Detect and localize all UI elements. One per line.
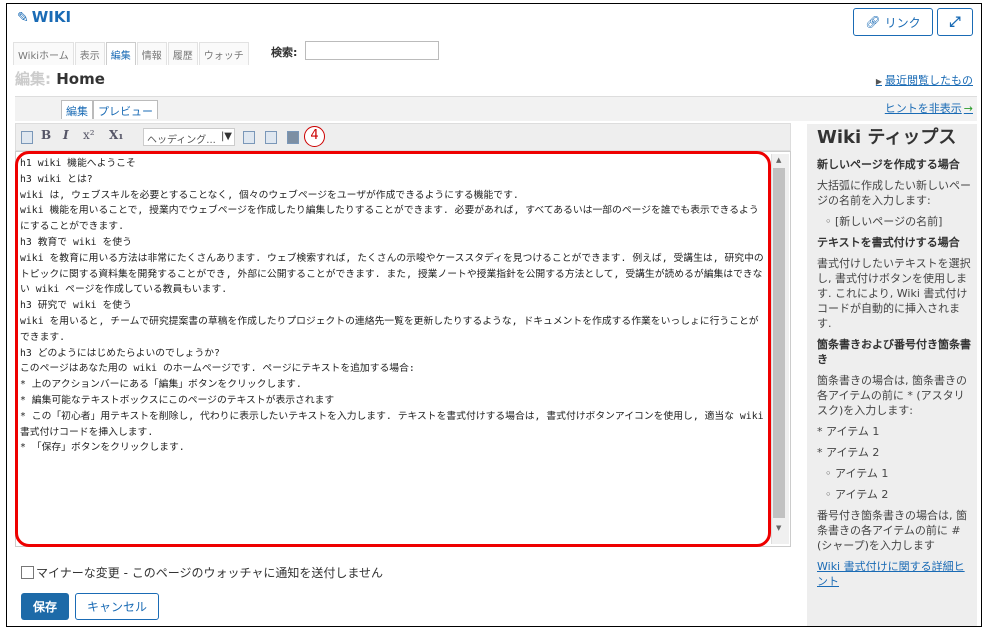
editor-line: このページはあなた用の wiki のホームページです. ページにテキストを追加す… (20, 363, 415, 375)
hide-hints-link[interactable]: ヒントを非表示 → (885, 100, 973, 116)
editor-line: wiki 機能を用いることで, 授業内でウェブページを作成したり編集したりするこ… (20, 205, 759, 233)
editor-line: h3 教育で wiki を使う (20, 236, 132, 248)
image-icon[interactable] (265, 131, 277, 144)
list-icon[interactable] (243, 131, 255, 144)
editor-line: * この「初心者」用テキストを削除し, 代わりに表示したいテキストを入力します.… (20, 410, 764, 438)
editor-line: h3 研究で wiki を使う (20, 300, 132, 312)
heading-select[interactable]: ヘッディング... |▼ (143, 128, 235, 146)
tips-subitem: ◦ アイテム 2 (825, 488, 889, 501)
tab-history[interactable]: 履歴 (167, 42, 198, 65)
minor-change-checkbox[interactable] (21, 566, 34, 579)
cancel-button[interactable]: キャンセル (75, 593, 159, 620)
tips-item: ◦ [新しいページの名前] (825, 215, 943, 228)
edit-icon: ✎ (17, 10, 29, 26)
triangle-right-icon: ▶ (875, 77, 882, 86)
scroll-down-icon[interactable]: ▼ (776, 524, 781, 532)
editor-line: wiki を用いると, チームで研究提案書の草稿を作成したりプロジェクトの連絡先… (20, 315, 759, 343)
tips-title: Wiki ティップス (817, 127, 957, 148)
tips-heading: テキストを書式付けする場合 (817, 236, 960, 249)
tab-edit-mode[interactable]: 編集 (61, 100, 93, 119)
tab-watch[interactable]: ウォッチ (198, 42, 249, 65)
save-button[interactable]: 保存 (21, 593, 69, 620)
wiki-tabs: Wikiホーム 表示 編集 情報 履歴 ウォッチ (13, 42, 250, 65)
caret-down-icon: |▼ (220, 131, 232, 142)
tab-wiki-home[interactable]: Wikiホーム (13, 42, 74, 65)
editor-toolbar (15, 123, 791, 151)
arrow-right-icon: → (963, 102, 973, 115)
page-title: 編集: Home (15, 70, 105, 88)
tips-heading: 箇条書きおよび番号付き箇条書き (817, 338, 971, 366)
tab-edit[interactable]: 編集 (105, 42, 136, 65)
tips-subitem: ◦ アイテム 1 (825, 467, 889, 480)
tips-text: 箇条書きの場合は, 箇条書きの各アイテムの前に * (アスタリスク)を入力します… (817, 374, 967, 417)
minor-change-option[interactable]: マイナーな変更 - このページのウォッチャに通知を送付しません (21, 564, 383, 581)
editor-tab-bar (15, 96, 977, 121)
scroll-up-icon[interactable]: ▲ (776, 156, 781, 164)
editor-line: * 編集可能なテキストボックスにこのページのテキストが表示されます (20, 394, 335, 406)
tab-info[interactable]: 情報 (136, 42, 167, 65)
step-marker-4: 4 (304, 126, 325, 147)
link-button[interactable]: 🔗︎ リンク (853, 8, 933, 36)
search-input[interactable] (305, 41, 439, 60)
expand-icon[interactable]: ⤢ (937, 8, 973, 36)
editor-line: * 上のアクションバーにある「編集」ボタンをクリックします. (20, 379, 302, 391)
tips-item: * アイテム 2 (817, 446, 880, 459)
editor-line: wiki を教育に用いる方法は非常にたくさんあります. ウェブ検索すれば, たく… (20, 252, 764, 296)
search-label: 検索: (271, 46, 298, 59)
tips-item: * アイテム 1 (817, 425, 880, 438)
copy-icon[interactable] (21, 131, 33, 144)
editor-line: h3 wiki とは? (20, 173, 93, 185)
tips-text: 大括弧に作成したい新しいページの名前を入力します: (817, 179, 971, 207)
tab-preview[interactable]: プレビュー (93, 100, 158, 119)
tips-heading: 新しいページを作成する場合 (817, 158, 960, 171)
tool-title: ✎ WIKI (17, 8, 72, 26)
table-icon[interactable] (287, 131, 299, 144)
tips-text: 書式付けしたいテキストを選択し, 書式付けボタンを使用します. これにより, W… (817, 257, 971, 330)
italic-button[interactable]: I (63, 128, 69, 142)
tips-text: 番号付き箇条書きの場合は, 箇条書きの各アイテムの前に #(シャープ)を入力しま… (817, 509, 967, 552)
editor-content[interactable]: h1 wiki 機能へようこそ h3 wiki とは? wiki は, ウェブス… (20, 156, 765, 542)
superscript-button[interactable]: x² (83, 128, 95, 142)
subscript-button[interactable]: X₁ (109, 128, 124, 142)
bold-button[interactable]: B (41, 128, 51, 142)
editor-line: * 「保存」ボタンをクリックします. (20, 442, 185, 454)
scrollbar-thumb[interactable] (773, 168, 785, 518)
tips-content: Wiki ティップス 新しいページを作成する場合 大括弧に作成したい新しいページ… (817, 127, 973, 595)
link-icon: 🔗︎ (865, 15, 881, 29)
recently-viewed-link[interactable]: ▶ 最近閲覧したもの (876, 72, 973, 88)
editor-line: h3 どのようにはじめたらよいのでしょうか? (20, 347, 220, 359)
editor-line: wiki は, ウェブスキルを必要とすることなく, 個々のウェブページをユーザが… (20, 189, 519, 201)
formatting-help-link[interactable]: Wiki 書式付けに関する詳細ヒント (817, 560, 965, 588)
tab-view[interactable]: 表示 (74, 42, 105, 65)
wiki-tool-frame: ✎ WIKI 🔗︎ リンク ⤢ Wikiホーム 表示 編集 情報 履歴 ウォッチ … (6, 3, 982, 627)
editor-line: h1 wiki 機能へようこそ (20, 158, 136, 169)
